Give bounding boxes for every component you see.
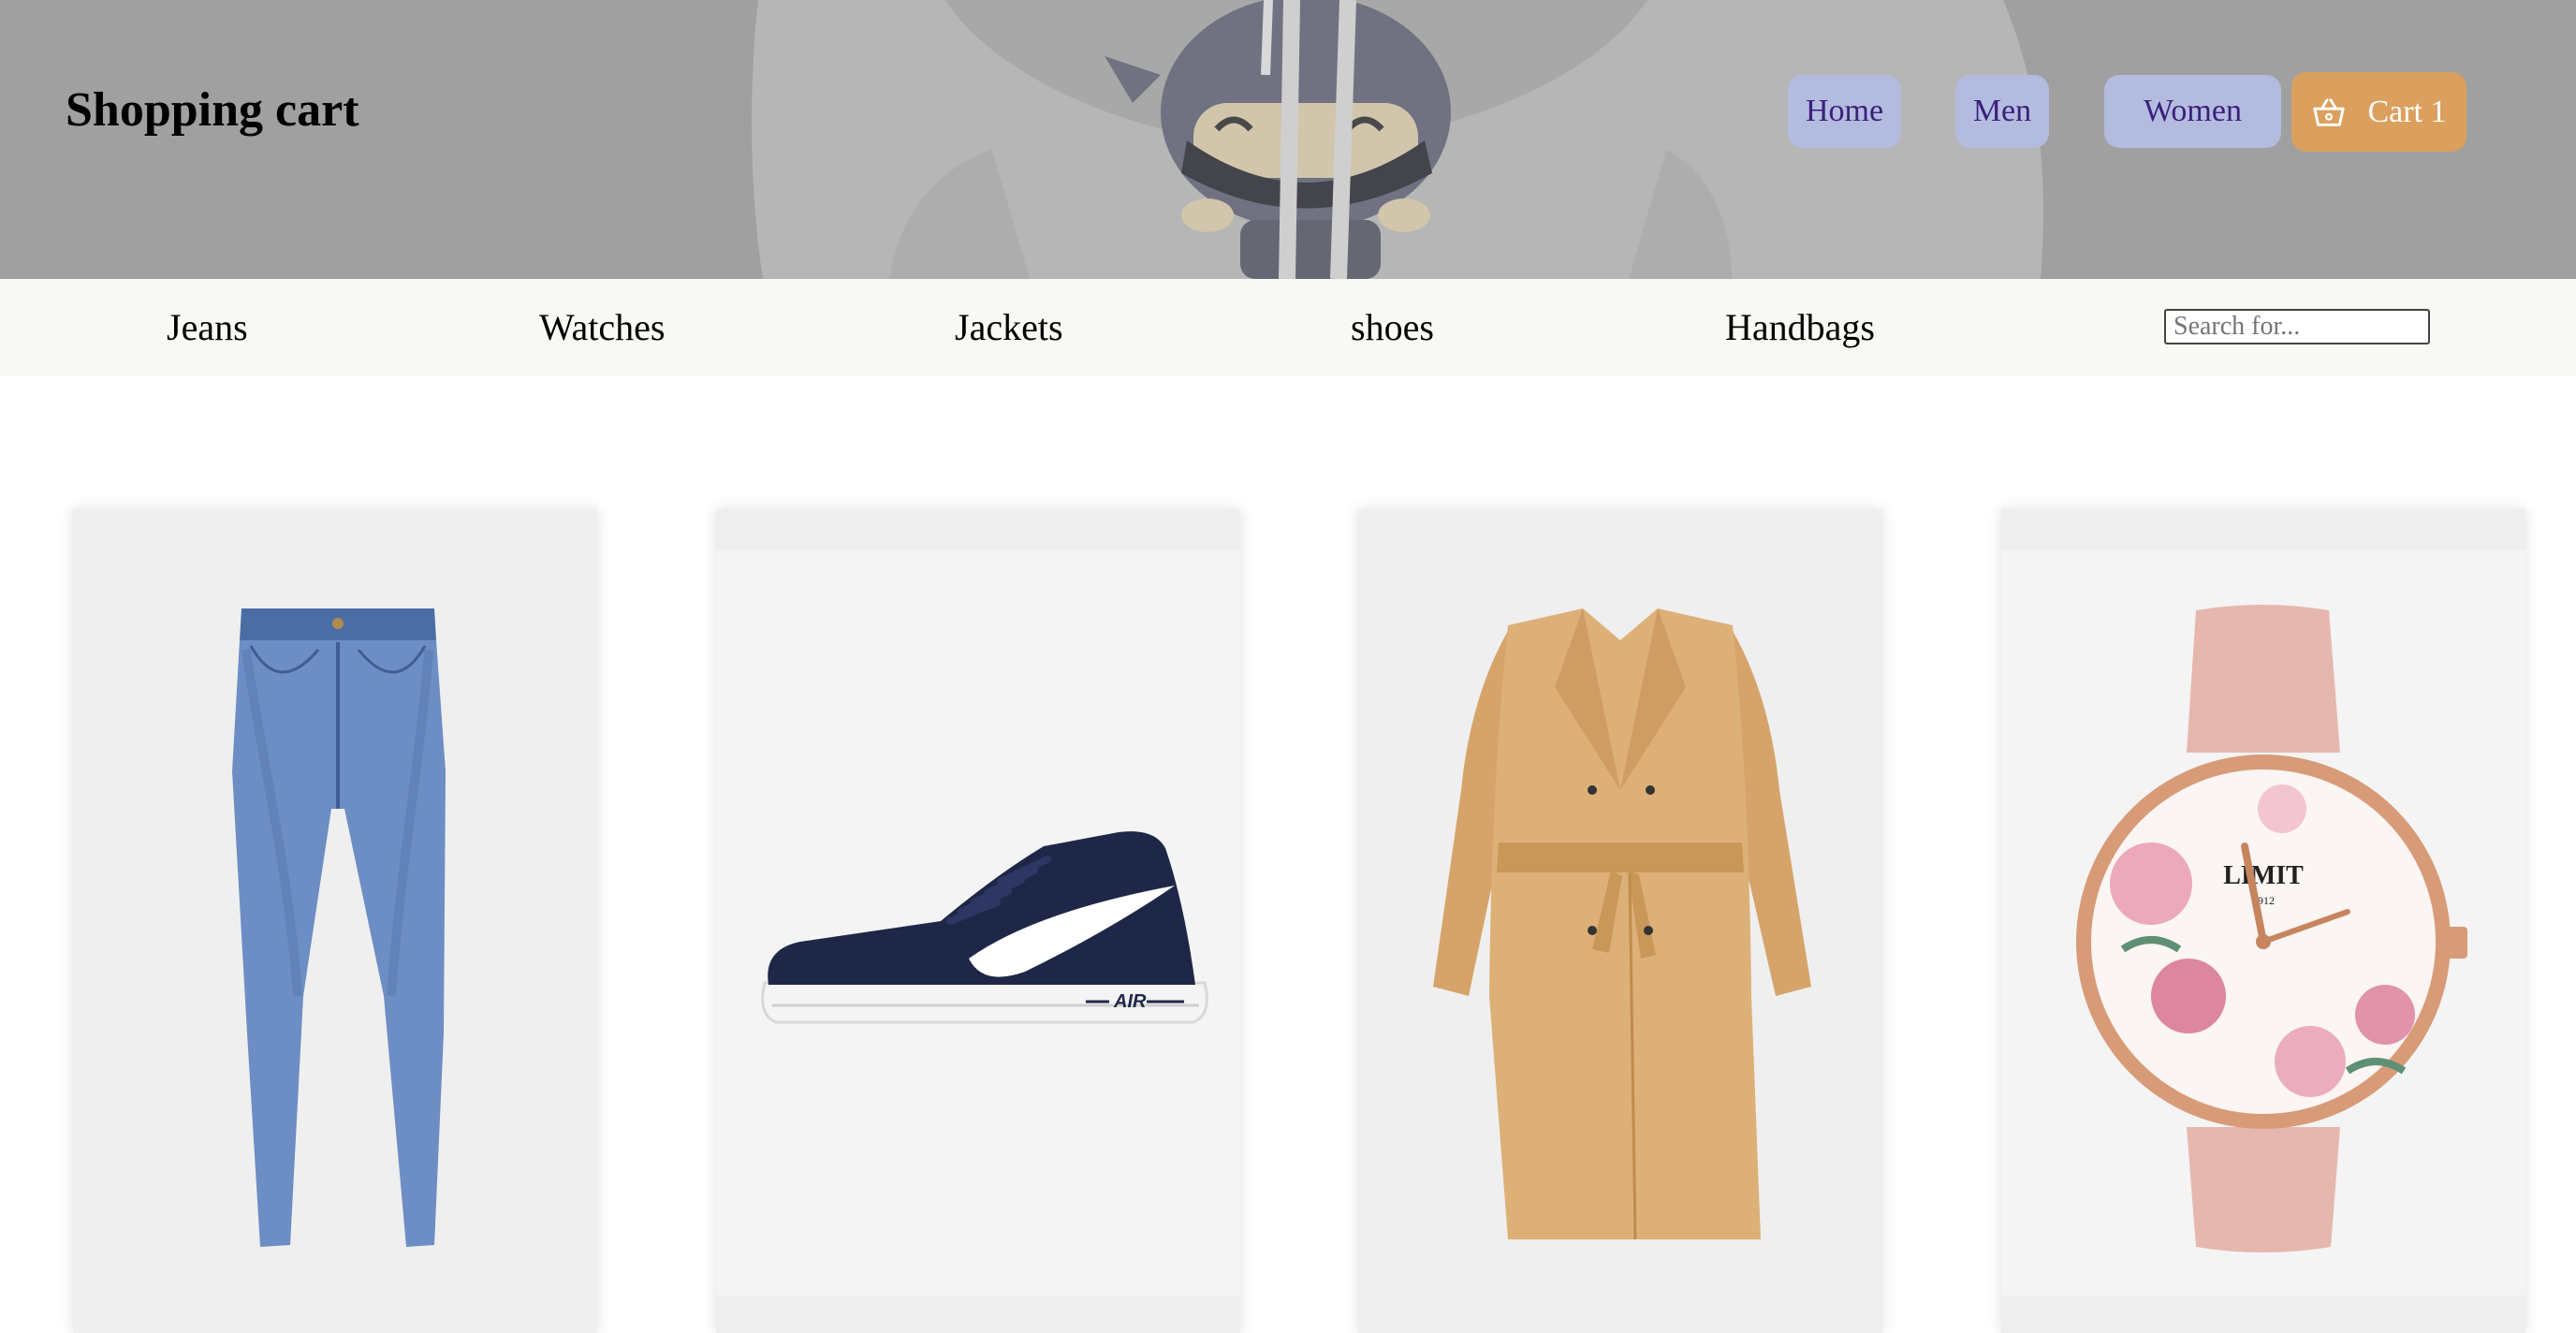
- jeans-image: [232, 608, 446, 1247]
- category-watches[interactable]: Watches: [539, 305, 666, 350]
- nav-home-button[interactable]: Home: [1788, 75, 1901, 148]
- trench-coat-image: [1433, 608, 1811, 1240]
- product-card-jacket[interactable]: [1358, 509, 1882, 1333]
- category-jackets[interactable]: Jackets: [955, 305, 1063, 350]
- nav-men-button[interactable]: Men: [1955, 75, 2049, 148]
- nav-women-button[interactable]: Women: [2104, 75, 2281, 148]
- cart-label: Cart 1: [2367, 94, 2447, 129]
- search-input[interactable]: [2164, 309, 2430, 344]
- watch-image: LIMIT 1912: [2076, 605, 2467, 1252]
- product-card-jeans[interactable]: [73, 509, 597, 1333]
- site-header: Shopping cart Home Men Women Cart 1: [0, 0, 2576, 279]
- category-shoes[interactable]: shoes: [1351, 305, 1434, 350]
- site-title: Shopping cart: [66, 83, 359, 137]
- category-jeans[interactable]: Jeans: [167, 305, 248, 350]
- product-card-shoes[interactable]: AIR: [716, 509, 1240, 1333]
- category-handbags[interactable]: Handbags: [1725, 305, 1875, 350]
- basket-icon: [2313, 97, 2346, 126]
- svg-text:LIMIT: LIMIT: [2223, 861, 2304, 890]
- svg-text:AIR: AIR: [1113, 991, 1147, 1012]
- sneaker-image: AIR: [761, 831, 1208, 1024]
- product-card-watch[interactable]: LIMIT 1912: [2001, 509, 2525, 1333]
- cart-button[interactable]: Cart 1: [2291, 72, 2466, 152]
